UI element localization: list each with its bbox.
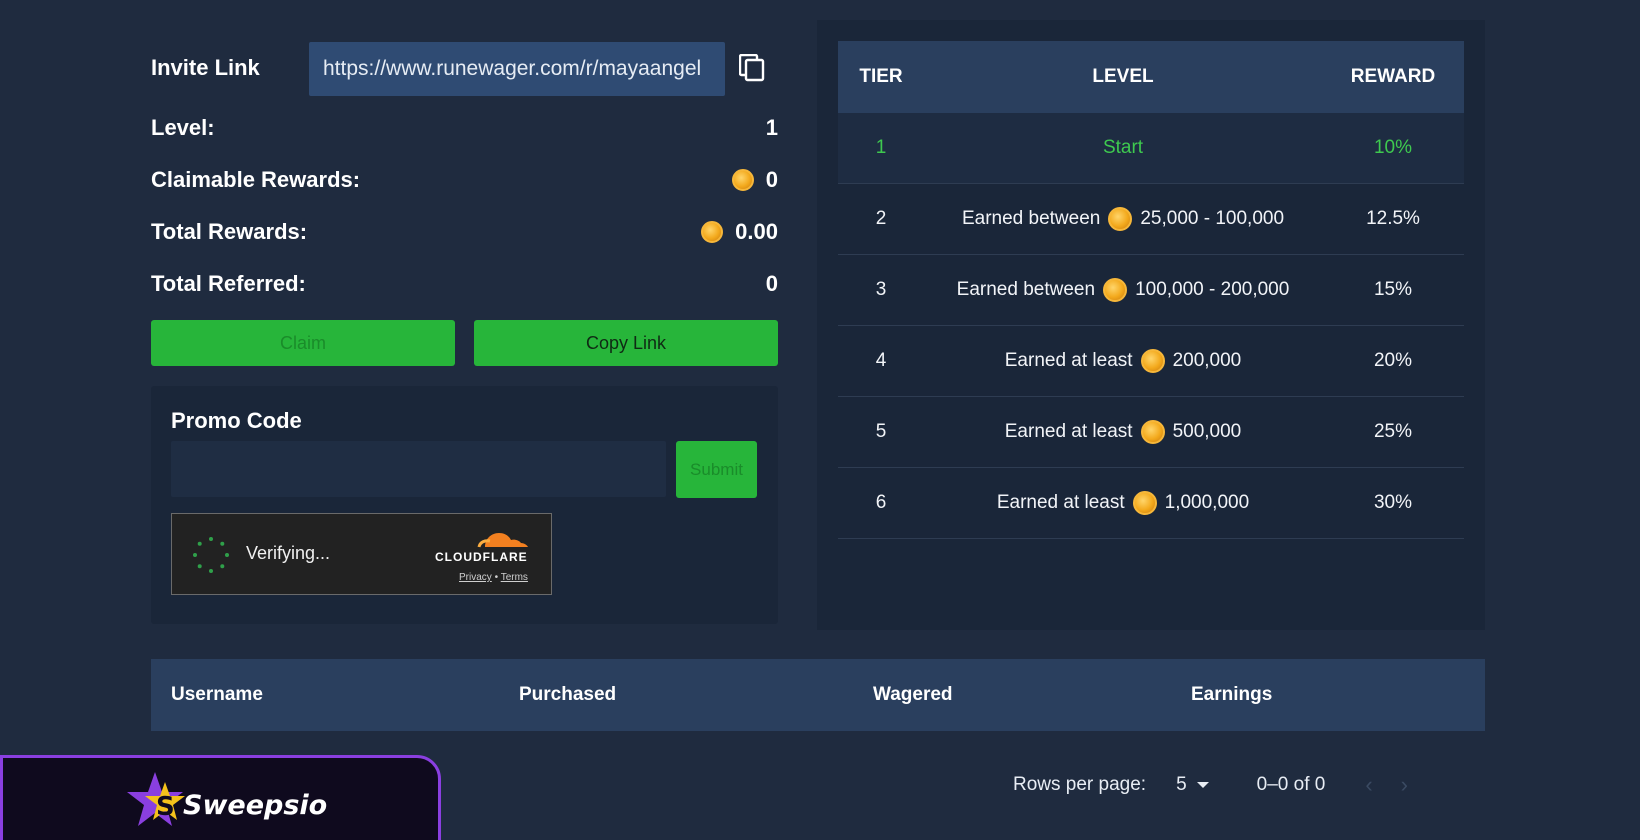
tier-table: TIER LEVEL REWARD 1 Start 10% 2 Earned b…	[838, 41, 1464, 539]
col-tier: TIER	[859, 66, 903, 87]
stat-label: Level:	[151, 115, 215, 140]
privacy-link[interactable]: Privacy	[459, 572, 492, 583]
invite-label: Invite Link	[151, 55, 260, 80]
stat-total-rewards: Total Rewards: 0.00	[151, 206, 778, 258]
submit-button[interactable]: Submit	[676, 441, 757, 498]
star-logo-icon: S	[127, 772, 185, 826]
coin-icon	[701, 221, 724, 243]
tier-level-text: Earned at least	[1004, 421, 1133, 442]
tier-level-text: Earned at least	[1004, 350, 1133, 371]
tier-reward: 30%	[1373, 492, 1413, 513]
stat-label: Total Rewards:	[151, 219, 308, 244]
tier-reward: 20%	[1373, 350, 1413, 371]
stat-claimable-rewards: Claimable Rewards: 0	[151, 154, 778, 206]
promo-title: Promo Code	[171, 408, 302, 433]
stat-value: 0	[765, 271, 778, 296]
tier-level-text: Earned at least	[996, 492, 1125, 513]
page-range: 0–0 of 0	[1256, 774, 1326, 795]
coin-icon	[1140, 420, 1165, 444]
spinner-icon	[193, 537, 229, 573]
cloudflare-name: CLOUDFLARE	[435, 550, 528, 564]
tier-reward: 15%	[1373, 279, 1413, 300]
captcha-status: Verifying...	[246, 543, 331, 563]
tier-reward: 12.5%	[1366, 208, 1420, 229]
svg-text:S: S	[156, 792, 175, 822]
tier-level-text: Earned between	[956, 279, 1096, 300]
captcha-widget[interactable]: Verifying... CLOUDFLARE Privacy • Terms	[171, 513, 552, 595]
invite-row: Invite Link https://www.runewager.com/r/…	[151, 40, 778, 96]
tier-number: 5	[875, 421, 887, 442]
invite-link-field[interactable]: https://www.runewager.com/r/mayaangel	[309, 42, 725, 96]
col-purchased[interactable]: Purchased	[519, 684, 616, 706]
link-separator: •	[494, 572, 499, 583]
table-row: 5 Earned at least 500,000 25%	[838, 397, 1464, 468]
referrals-table: Username Purchased Wagered Earnings	[151, 659, 1485, 731]
promo-code-input[interactable]	[171, 441, 666, 497]
col-reward: REWARD	[1350, 66, 1436, 87]
tier-amount: 100,000 - 200,000	[1135, 279, 1290, 300]
tier-reward: 25%	[1373, 421, 1413, 442]
prev-page-button[interactable]: ‹	[1365, 772, 1372, 798]
col-wagered[interactable]: Wagered	[873, 684, 953, 706]
coin-icon	[1103, 278, 1128, 302]
stat-value: 0.00	[735, 219, 778, 244]
referral-panel: Invite Link https://www.runewager.com/r/…	[151, 40, 778, 624]
tier-number: 3	[875, 279, 887, 300]
referrals-table-header: Username Purchased Wagered Earnings	[151, 659, 1485, 731]
stat-total-referred: Total Referred: 0	[151, 258, 778, 310]
sweepsio-banner: S Sweepsio	[0, 755, 441, 840]
claim-button[interactable]: Claim	[151, 320, 455, 366]
brand-name: Sweepsio	[183, 790, 328, 821]
rows-per-page-select[interactable]: 5	[1176, 774, 1209, 796]
captcha-links: Privacy • Terms	[459, 572, 531, 583]
coin-icon	[1132, 491, 1157, 515]
tier-amount: 1,000,000	[1164, 492, 1250, 513]
table-row: 1 Start 10%	[838, 113, 1464, 184]
tier-level-text: Start	[1102, 137, 1144, 158]
stat-level: Level: 1	[151, 102, 778, 154]
coin-icon	[731, 169, 754, 191]
tier-number: 4	[875, 350, 887, 371]
col-earnings[interactable]: Earnings	[1191, 684, 1272, 706]
tier-amount: 200,000	[1172, 350, 1242, 371]
tier-reward: 10%	[1373, 137, 1413, 158]
tier-panel: TIER LEVEL REWARD 1 Start 10% 2 Earned b…	[817, 20, 1485, 630]
table-row: 2 Earned between 25,000 - 100,000 12.5%	[838, 184, 1464, 255]
stat-label: Claimable Rewards:	[151, 167, 361, 192]
tier-number: 6	[875, 492, 887, 513]
terms-link[interactable]: Terms	[501, 572, 528, 583]
action-buttons: Claim Copy Link	[151, 320, 778, 366]
caret-down-icon	[1196, 782, 1209, 788]
coin-icon	[1140, 349, 1165, 373]
tier-number: 2	[875, 208, 887, 229]
table-row: 6 Earned at least 1,000,000 30%	[838, 468, 1464, 539]
stat-value: 1	[765, 115, 778, 140]
copy-link-button[interactable]: Copy Link	[474, 320, 778, 366]
cloud-icon	[477, 533, 528, 548]
coin-icon	[1108, 207, 1133, 231]
cloudflare-logo: CLOUDFLARE Privacy • Terms	[435, 528, 531, 583]
promo-code-card: Promo Code Submit Verifying... CLOUDFLAR…	[151, 386, 778, 624]
pagination: Rows per page: 5 0–0 of 0 ‹ ›	[1013, 772, 1408, 798]
next-page-button[interactable]: ›	[1401, 772, 1408, 798]
tier-amount: 500,000	[1172, 421, 1242, 442]
table-row: 3 Earned between 100,000 - 200,000 15%	[838, 255, 1464, 326]
rows-per-page-label: Rows per page:	[1013, 774, 1147, 795]
col-level: LEVEL	[1092, 66, 1154, 87]
tier-amount: 25,000 - 100,000	[1140, 208, 1285, 229]
tier-number: 1	[875, 137, 887, 158]
col-username[interactable]: Username	[171, 684, 263, 706]
tier-level-text: Earned between	[961, 208, 1101, 229]
rows-per-page-value: 5	[1176, 774, 1187, 795]
table-row: 4 Earned at least 200,000 20%	[838, 326, 1464, 397]
tier-table-header: TIER LEVEL REWARD	[838, 41, 1464, 113]
stat-label: Total Referred:	[151, 271, 306, 296]
copy-icon[interactable]	[739, 54, 765, 82]
stat-value: 0	[765, 167, 778, 192]
